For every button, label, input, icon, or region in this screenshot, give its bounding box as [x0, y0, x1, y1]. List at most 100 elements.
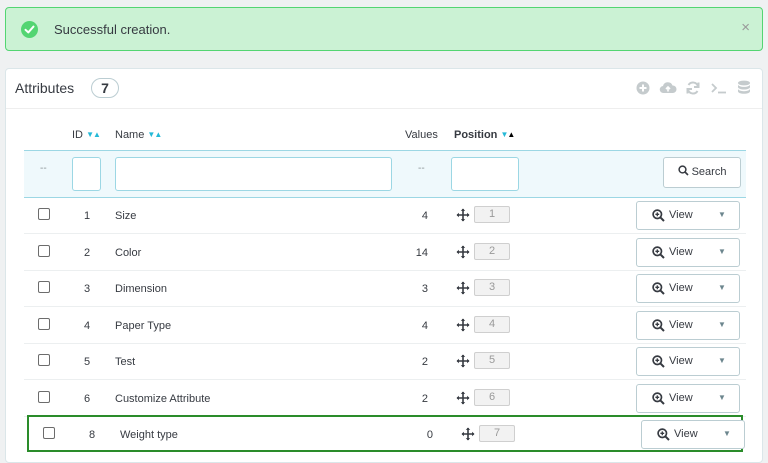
zoom-in-icon	[652, 355, 665, 368]
view-button[interactable]: View	[637, 202, 709, 229]
caret-down-icon: ▼	[723, 429, 731, 438]
refresh-icon[interactable]	[685, 80, 701, 96]
row-id: 1	[84, 210, 91, 222]
row-id: 8	[89, 429, 96, 441]
column-header-position: Position ▼▲	[454, 129, 515, 141]
actions-dropdown-toggle[interactable]: ▼	[709, 385, 739, 412]
zoom-in-icon	[657, 428, 670, 441]
table-row: 3 Dimension 3 3 View ▼	[24, 271, 746, 307]
row-values-count: 0	[426, 429, 433, 441]
alert-close-button[interactable]: ×	[741, 20, 750, 35]
column-header-id: ID ▼▲	[72, 129, 101, 141]
zoom-in-icon	[652, 209, 665, 222]
actions-dropdown-toggle[interactable]: ▼	[709, 202, 739, 229]
sort-asc-icon[interactable]: ▲	[507, 130, 515, 139]
id-filter-input[interactable]	[72, 157, 101, 191]
row-checkbox[interactable]	[38, 354, 50, 366]
row-id: 2	[84, 246, 91, 259]
row-checkbox[interactable]	[38, 208, 50, 220]
column-header-values: Values	[405, 129, 438, 141]
row-actions: View ▼	[636, 383, 740, 413]
row-name: Weight type	[120, 429, 178, 441]
caret-down-icon: ▼	[718, 356, 726, 365]
position-value: 5	[474, 352, 510, 369]
drag-handle-icon[interactable]	[456, 208, 470, 222]
row-actions: View ▼	[636, 201, 740, 230]
panel-title: Attributes	[15, 80, 75, 96]
view-button[interactable]: View	[637, 385, 709, 412]
actions-dropdown-toggle[interactable]: ▼	[709, 348, 739, 375]
table-row: 4 Paper Type 4 4 View ▼	[24, 308, 746, 344]
caret-down-icon: ▼	[718, 319, 726, 329]
row-checkbox[interactable]	[38, 281, 50, 293]
cloud-upload-icon[interactable]	[659, 80, 677, 96]
row-actions: View ▼	[641, 420, 745, 449]
filter-placeholder: --	[40, 163, 47, 174]
position-value: 7	[479, 425, 515, 442]
actions-dropdown-toggle[interactable]: ▼	[714, 421, 744, 448]
add-new-icon[interactable]	[635, 80, 651, 96]
name-filter-input[interactable]	[115, 157, 392, 191]
row-values-count: 14	[415, 246, 428, 259]
actions-dropdown-toggle[interactable]: ▼	[709, 312, 739, 339]
row-name: Customize Attribute	[115, 392, 211, 405]
row-name: Test	[115, 356, 136, 368]
actions-dropdown-toggle[interactable]: ▼	[709, 275, 739, 302]
view-button[interactable]: View	[637, 275, 709, 302]
drag-handle-icon[interactable]	[461, 427, 475, 441]
position-value: 3	[474, 279, 510, 296]
check-circle-icon	[21, 21, 38, 38]
position-value: 4	[474, 315, 510, 333]
position-value: 1	[474, 206, 510, 223]
sort-asc-icon[interactable]: ▲	[154, 130, 162, 139]
row-values-count: 2	[421, 392, 428, 405]
row-actions: View ▼	[636, 347, 740, 376]
row-name: Size	[115, 210, 137, 222]
filter-placeholder: --	[418, 163, 425, 174]
row-checkbox[interactable]	[38, 390, 50, 403]
panel-header: Attributes 7	[6, 69, 762, 109]
table-row: 1 Size 4 1 View ▼	[24, 198, 746, 234]
view-button[interactable]: View	[642, 421, 714, 448]
row-id: 3	[84, 283, 91, 295]
row-name: Paper Type	[115, 319, 172, 332]
drag-handle-icon[interactable]	[456, 281, 470, 295]
table-row: 8 Weight type 0 7 View ▼	[27, 415, 745, 452]
view-button[interactable]: View	[637, 239, 709, 266]
drag-handle-icon[interactable]	[456, 318, 470, 332]
count-badge: 7	[91, 78, 119, 98]
position-value: 6	[474, 388, 510, 406]
row-name: Color	[115, 246, 142, 259]
drag-handle-icon[interactable]	[456, 391, 470, 405]
drag-handle-icon[interactable]	[456, 354, 470, 368]
actions-dropdown-toggle[interactable]: ▼	[709, 239, 739, 266]
row-id: 4	[84, 319, 91, 332]
row-values-count: 4	[421, 210, 428, 222]
row-checkbox[interactable]	[43, 427, 55, 439]
row-id: 5	[84, 356, 91, 368]
success-alert: Successful creation. ×	[5, 7, 763, 51]
drag-handle-icon[interactable]	[456, 245, 470, 259]
column-header-name: Name ▼▲	[115, 129, 162, 141]
view-button[interactable]: View	[637, 312, 709, 339]
row-actions: View ▼	[636, 310, 740, 340]
row-checkbox[interactable]	[38, 317, 50, 330]
terminal-icon[interactable]	[710, 80, 728, 96]
position-filter-input[interactable]	[451, 157, 519, 191]
table-row: 6 Customize Attribute 2 6 View ▼	[24, 381, 746, 417]
row-values-count: 2	[421, 356, 428, 368]
sort-desc-icon[interactable]: ▼	[86, 130, 94, 139]
row-values-count: 3	[421, 283, 428, 295]
caret-down-icon: ▼	[718, 392, 726, 402]
database-icon[interactable]	[737, 80, 753, 96]
row-values-count: 4	[421, 319, 428, 332]
row-id: 6	[84, 392, 91, 405]
view-button[interactable]: View	[637, 348, 709, 375]
caret-down-icon: ▼	[718, 283, 726, 292]
row-actions: View ▼	[636, 274, 740, 303]
attributes-panel: Attributes 7 ID ▼▲ Name ▼▲ Values Positi…	[5, 68, 763, 463]
sort-asc-icon[interactable]: ▲	[93, 130, 101, 139]
zoom-in-icon	[652, 318, 665, 332]
search-button[interactable]: Search	[663, 157, 741, 188]
row-checkbox[interactable]	[38, 244, 50, 257]
